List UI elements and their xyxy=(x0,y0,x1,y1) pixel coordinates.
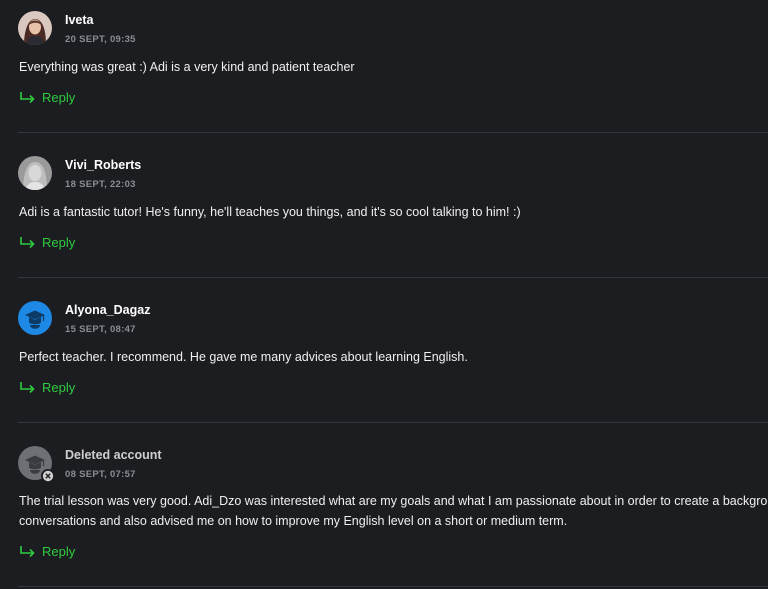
reply-label: Reply xyxy=(42,234,76,250)
reply-arrow-icon xyxy=(20,92,35,104)
review-date: 15 SEPT, 08:47 xyxy=(65,324,136,335)
reply-button[interactable]: Reply xyxy=(19,542,75,560)
reply-button[interactable]: Reply xyxy=(19,88,75,106)
author-name[interactable]: Iveta xyxy=(65,13,94,27)
reply-arrow-icon xyxy=(20,546,35,558)
author-name[interactable]: Vivi_Roberts xyxy=(65,158,141,172)
review-date: 20 SEPT, 09:35 xyxy=(65,34,136,45)
avatar xyxy=(18,446,55,483)
reply-label: Reply xyxy=(42,379,76,395)
review-text: The trial lesson was very good. Adi_Dzo … xyxy=(19,494,768,508)
reply-button[interactable]: Reply xyxy=(19,233,75,251)
reply-button[interactable]: Reply xyxy=(19,378,75,396)
avatar[interactable] xyxy=(18,11,52,45)
review-text: conversations and also advised me on how… xyxy=(19,514,568,528)
divider xyxy=(18,586,768,587)
reply-arrow-icon xyxy=(20,237,35,249)
review-text: Perfect teacher. I recommend. He gave me… xyxy=(19,350,468,364)
author-name[interactable]: Alyona_Dagaz xyxy=(65,303,150,317)
review-text: Everything was great :) Adi is a very ki… xyxy=(19,60,355,74)
reply-label: Reply xyxy=(42,89,76,105)
review-date: 18 SEPT, 22:03 xyxy=(65,179,136,190)
review-date: 08 SEPT, 07:57 xyxy=(65,469,136,480)
deleted-badge-icon xyxy=(41,469,55,483)
avatar[interactable] xyxy=(18,156,52,190)
review-text: Adi is a fantastic tutor! He's funny, he… xyxy=(19,205,521,219)
reply-label: Reply xyxy=(42,543,76,559)
divider xyxy=(18,277,768,278)
author-name: Deleted account xyxy=(65,448,162,462)
avatar[interactable] xyxy=(18,301,52,335)
divider xyxy=(18,422,768,423)
divider xyxy=(18,132,768,133)
reply-arrow-icon xyxy=(20,382,35,394)
